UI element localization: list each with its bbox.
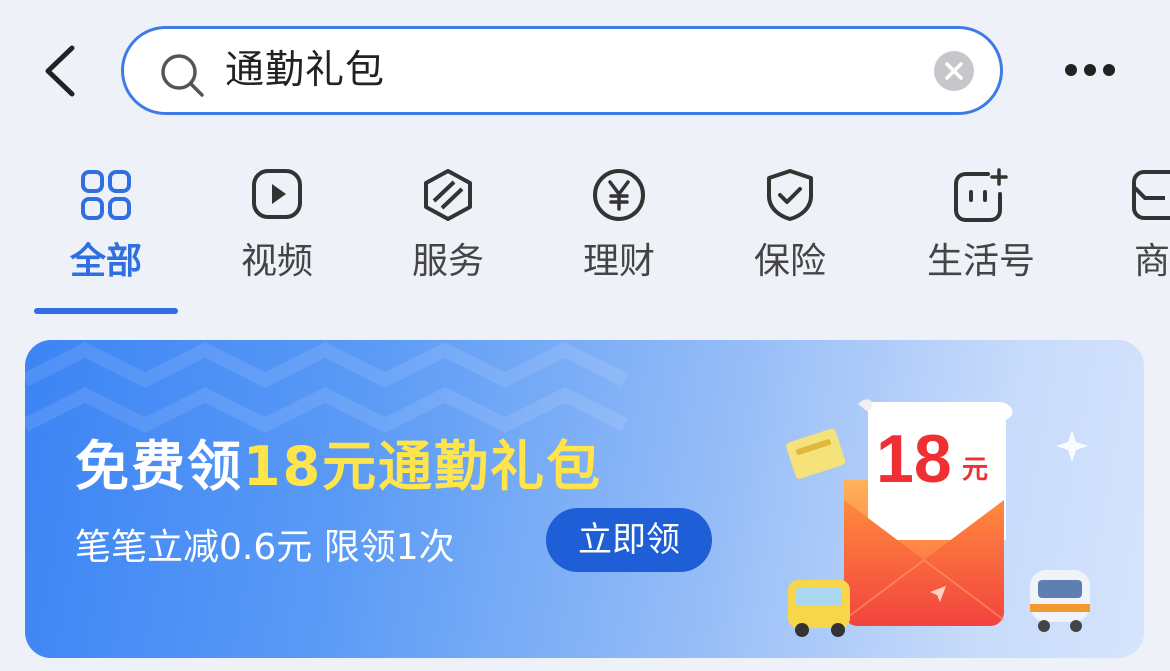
banner-title: 免费领18元通勤礼包 bbox=[75, 422, 602, 501]
yen-icon bbox=[593, 169, 645, 221]
clear-button[interactable] bbox=[934, 51, 974, 91]
banner-title-highlight: 18元通勤礼包 bbox=[243, 435, 603, 498]
claim-button[interactable]: 立即领 bbox=[546, 508, 712, 572]
more-button[interactable] bbox=[1062, 58, 1118, 82]
tab-label: 生活号 bbox=[926, 241, 1035, 282]
tab-label: 视频 bbox=[240, 241, 313, 282]
active-tab-indicator bbox=[34, 308, 178, 314]
envelope-amount: 18 bbox=[876, 421, 952, 497]
clear-icon bbox=[945, 62, 963, 80]
envelope-unit: 元 bbox=[962, 455, 988, 485]
grid-icon bbox=[81, 170, 131, 220]
tab-life-account[interactable]: 生活号 bbox=[896, 150, 1066, 300]
play-icon bbox=[252, 169, 302, 219]
tab-label: 服务 bbox=[411, 241, 484, 282]
tab-shop[interactable]: 商 bbox=[1067, 150, 1170, 300]
category-tabs: 全部 视频 服务 理财 保险 生活号 商 bbox=[0, 150, 1170, 320]
red-envelope-illustration: 18 元 bbox=[786, 399, 1090, 637]
tab-service[interactable]: 服务 bbox=[363, 150, 533, 300]
tab-label: 全部 bbox=[69, 241, 142, 282]
search-input[interactable]: 通勤礼包 bbox=[121, 26, 1003, 115]
chevron-left-icon bbox=[45, 45, 75, 97]
back-button[interactable] bbox=[36, 44, 86, 98]
banner-subtitle: 笔笔立减0.6元 限领1次 bbox=[75, 527, 455, 568]
more-icon bbox=[1065, 64, 1115, 76]
tab-all[interactable]: 全部 bbox=[21, 150, 191, 300]
banner-title-prefix: 免费领 bbox=[75, 435, 243, 498]
tab-label: 保险 bbox=[753, 241, 826, 282]
tab-video[interactable]: 视频 bbox=[192, 150, 362, 300]
tab-insurance[interactable]: 保险 bbox=[705, 150, 875, 300]
service-icon bbox=[424, 169, 472, 221]
search-query-text[interactable]: 通勤礼包 bbox=[225, 29, 385, 112]
search-icon bbox=[161, 54, 204, 97]
promo-banner[interactable]: 免费领18元通勤礼包 笔笔立减0.6元 限领1次 立即领 18 元 bbox=[25, 340, 1144, 658]
life-account-icon bbox=[954, 168, 1008, 222]
tab-label: 商 bbox=[1134, 241, 1170, 282]
tab-label: 理财 bbox=[582, 241, 655, 282]
tab-finance[interactable]: 理财 bbox=[534, 150, 704, 300]
shop-icon bbox=[1132, 170, 1170, 220]
shield-check-icon bbox=[767, 169, 813, 221]
